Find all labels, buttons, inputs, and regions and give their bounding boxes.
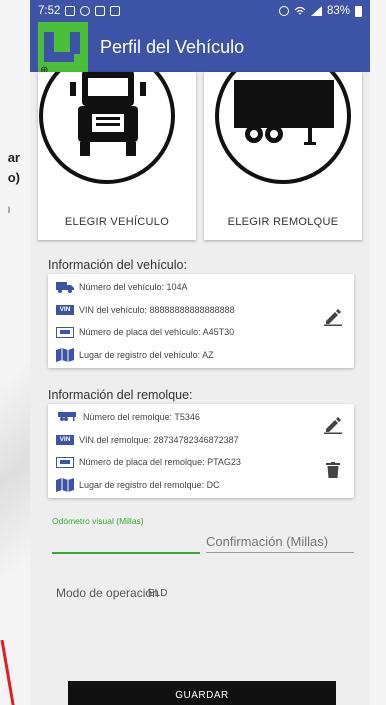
- operation-mode-value[interactable]: ELD: [148, 588, 167, 599]
- cast-notification-icon: [110, 6, 121, 16]
- battery-percentage: 83%: [326, 5, 350, 17]
- vehicle-vin-row: VIN VIN del vehículo: 88888888888888888: [48, 299, 354, 322]
- odometer-underline: [52, 552, 200, 554]
- background-text: ar o): [0, 148, 20, 188]
- vehicle-registration-text: Lugar de registro del vehículo: AZ: [79, 349, 214, 360]
- trailer-plate-text: Número de placa del remolque: PTAG23: [79, 457, 241, 468]
- map-icon: [56, 477, 74, 492]
- page-title: Perfil del Vehículo: [100, 36, 245, 57]
- background-text-line-2: o): [7, 170, 20, 185]
- odometer-input[interactable]: [52, 532, 200, 552]
- vehicle-plate-row: Número de placa del vehículo: A45T30: [48, 321, 354, 344]
- trailer-icon: [58, 412, 76, 422]
- trailer-info-card: Número del remolque: T5346 VIN VIN del r…: [48, 404, 354, 498]
- status-bar: 7:52 83%: [30, 0, 370, 22]
- phone-screen: 7:52 83% ⊕ Perfil del Vehículo ELEGIR VE…: [30, 0, 370, 705]
- truck-image: [39, 72, 175, 184]
- trailer-vin-text: VIN del remolque: 28734782346872387: [79, 434, 239, 445]
- truck-icon: [56, 282, 74, 294]
- vehicle-info-card: Número del vehículo: 104A VIN VIN del ve…: [48, 274, 354, 368]
- trailer-image: [215, 72, 351, 184]
- edit-vehicle-icon[interactable]: [324, 308, 342, 326]
- vehicle-vin-text: VIN del vehículo: 88888888888888888: [79, 304, 235, 315]
- trailer-number-row: Número del remolque: T5346: [48, 406, 354, 429]
- wifi-icon: [294, 6, 306, 15]
- vehicle-plate-text: Número de placa del vehículo: A45T30: [79, 327, 235, 338]
- background-small-text: l: [8, 205, 10, 215]
- mail-notification-icon: [65, 6, 76, 16]
- edit-trailer-icon[interactable]: [324, 416, 342, 434]
- map-icon: [56, 347, 74, 362]
- choose-vehicle-card[interactable]: ELEGIR VEHÍCULO: [38, 72, 196, 240]
- delete-trailer-icon[interactable]: [326, 462, 340, 478]
- background-red-line: [0, 640, 15, 705]
- trailer-registration-text: Lugar de registro del remolque: DC: [79, 479, 220, 490]
- vehicle-registration-row: Lugar de registro del vehículo: AZ: [48, 344, 354, 367]
- confirmation-underline: [206, 552, 354, 553]
- choose-trailer-label: ELEGIR REMOLQUE: [227, 216, 339, 228]
- app-logo-notification-icon: [95, 6, 106, 16]
- trailer-vin-row: VIN VIN del remolque: 28734782346872387: [48, 429, 354, 452]
- signal-icon: [310, 6, 322, 16]
- vehicle-number-row: Número del vehículo: 104A: [48, 276, 354, 299]
- status-time: 7:52: [38, 5, 61, 17]
- alarm-icon: [278, 6, 289, 16]
- vin-icon: VIN: [56, 304, 74, 315]
- confirmation-input[interactable]: [206, 534, 354, 549]
- operation-mode-label: Modo de operación: [56, 586, 159, 600]
- choose-trailer-card[interactable]: ELEGIR REMOLQUE: [204, 72, 362, 240]
- plate-icon: [56, 326, 74, 338]
- save-button[interactable]: GUARDAR: [68, 681, 336, 705]
- choose-vehicle-label: ELEGIR VEHÍCULO: [64, 216, 170, 228]
- battery-icon: [355, 5, 362, 17]
- odometer-label: Odómetro visual (Millas): [52, 516, 144, 526]
- trailer-plate-row: Número de placa del remolque: PTAG23: [48, 451, 354, 474]
- selection-cards: ELEGIR VEHÍCULO ELEGIR REMOLQUE: [38, 72, 362, 240]
- app-notification-icon: [80, 6, 91, 16]
- app-logo[interactable]: ⊕: [38, 22, 88, 76]
- trailer-number-text: Número del remolque: T5346: [83, 412, 200, 423]
- app-bar: ⊕ Perfil del Vehículo: [30, 22, 370, 76]
- trailer-info-title: Información del remolque:: [48, 388, 193, 402]
- background-text-line-1: ar: [7, 150, 20, 165]
- vehicle-number-text: Número del vehículo: 104A: [79, 282, 188, 293]
- vin-icon: VIN: [56, 434, 74, 445]
- trailer-registration-row: Lugar de registro del remolque: DC: [48, 474, 354, 497]
- vehicle-info-title: Información del vehículo:: [48, 258, 187, 272]
- plate-icon: [56, 456, 74, 468]
